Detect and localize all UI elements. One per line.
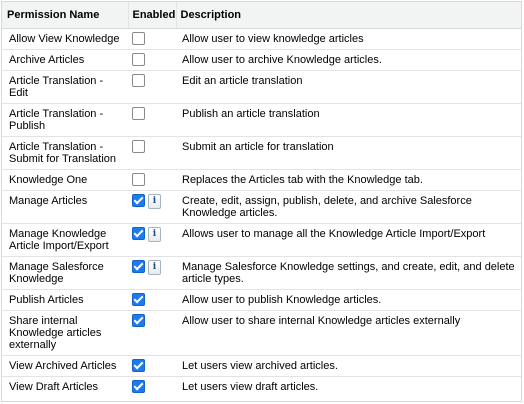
enabled-checkbox-icon[interactable] xyxy=(132,32,145,45)
enabled-checkbox-icon[interactable] xyxy=(132,380,145,393)
permission-name-cell: Share internal Knowledge articles extern… xyxy=(2,310,128,356)
description-cell: Manage Salesforce Knowledge settings, an… xyxy=(176,256,521,290)
info-icon[interactable]: i xyxy=(148,194,161,209)
permission-name-cell: View Archived Articles xyxy=(2,355,128,377)
enabled-cell: i xyxy=(128,190,176,224)
enabled-cell xyxy=(128,49,176,71)
description-cell: Replaces the Articles tab with the Knowl… xyxy=(176,169,521,191)
permission-name-cell: Manage Salesforce Knowledge xyxy=(2,256,128,290)
description-cell: Allow user to archive Knowledge articles… xyxy=(176,49,521,71)
enabled-cell xyxy=(128,103,176,137)
permission-name-cell: Article Translation - Publish xyxy=(2,103,128,137)
enabled-cell xyxy=(128,28,176,50)
description-cell: Submit an article for translation xyxy=(176,136,521,170)
info-icon[interactable]: i xyxy=(148,227,161,242)
enabled-checkbox-icon[interactable] xyxy=(132,293,145,306)
enabled-checkbox-icon[interactable] xyxy=(132,194,145,207)
permissions-table-container: Permission Name Enabled Description Allo… xyxy=(1,1,522,402)
column-header-enabled[interactable]: Enabled xyxy=(127,2,176,29)
table-row: Publish Articles Allow user to publish Kn… xyxy=(2,289,521,311)
description-cell: Allow user to view knowledge articles xyxy=(176,28,521,50)
column-header-permission-name[interactable]: Permission Name xyxy=(2,2,128,29)
table-row: Share internal Knowledge articles extern… xyxy=(2,310,521,356)
permission-name-cell: Manage Articles xyxy=(2,190,128,224)
description-cell: Allows user to manage all the Knowledge … xyxy=(176,223,521,257)
permission-name-cell: Article Translation - Submit for Transla… xyxy=(2,136,128,170)
column-header-description[interactable]: Description xyxy=(175,2,521,29)
table-header-row: Permission Name Enabled Description xyxy=(2,2,521,29)
description-cell: Publish an article translation xyxy=(176,103,521,137)
enabled-checkbox-icon[interactable] xyxy=(132,53,145,66)
enabled-cell xyxy=(128,355,176,377)
enabled-cell xyxy=(128,310,176,356)
enabled-checkbox-icon[interactable] xyxy=(132,74,145,87)
enabled-checkbox-icon[interactable] xyxy=(132,314,145,327)
description-cell: Let users view draft articles. xyxy=(182,381,319,393)
enabled-checkbox-icon[interactable] xyxy=(132,173,145,186)
enabled-cell xyxy=(128,136,176,170)
permissions-table: Permission Name Enabled Description Allo… xyxy=(2,2,521,398)
table-row: Article Translation - Publish Publish an … xyxy=(2,103,521,137)
permission-name-cell: Manage Knowledge Article Import/Export xyxy=(2,223,128,257)
table-row: Manage Articles i Create, edit, assign, pu… xyxy=(2,190,521,224)
table-row: View Archived Articles Let users view arc… xyxy=(2,355,521,377)
table-row: Knowledge One Replaces the Articles tab w… xyxy=(2,169,521,191)
description-cell: Create, edit, assign, publish, delete, a… xyxy=(176,190,521,224)
description-cell: Allow user to share internal Knowledge a… xyxy=(176,310,521,356)
table-row: Article Translation - Submit for Transla… xyxy=(2,136,521,170)
enabled-cell xyxy=(128,377,176,398)
enabled-cell: i xyxy=(128,256,176,290)
table-row: View Draft Articles Let users view draft … xyxy=(2,377,521,398)
table-row: Manage Knowledge Article Import/Export i A… xyxy=(2,223,521,257)
enabled-checkbox-icon[interactable] xyxy=(132,107,145,120)
enabled-checkbox-icon[interactable] xyxy=(132,140,145,153)
description-cell: Allow user to publish Knowledge articles… xyxy=(176,289,521,311)
table-row: Allow View Knowledge Allow user to view k… xyxy=(2,28,521,50)
description-cell: Let users view archived articles. xyxy=(176,355,521,377)
permission-name-cell: Knowledge One xyxy=(2,169,128,191)
enabled-cell: i xyxy=(128,223,176,257)
enabled-cell xyxy=(128,70,176,104)
permission-name-cell: View Draft Articles xyxy=(9,381,99,393)
table-row: Article Translation - Edit Edit an articl… xyxy=(2,70,521,104)
enabled-cell xyxy=(128,289,176,311)
info-icon[interactable]: i xyxy=(148,260,161,275)
enabled-checkbox-icon[interactable] xyxy=(132,227,145,240)
enabled-checkbox-icon[interactable] xyxy=(132,359,145,372)
table-row: Archive Articles Allow user to archive Kn… xyxy=(2,49,521,71)
description-cell: Edit an article translation xyxy=(176,70,521,104)
enabled-checkbox-icon[interactable] xyxy=(132,260,145,273)
permission-name-cell: Archive Articles xyxy=(2,49,128,71)
permission-name-cell: Publish Articles xyxy=(2,289,128,311)
permission-name-cell: Article Translation - Edit xyxy=(2,70,128,104)
enabled-cell xyxy=(128,169,176,191)
permission-name-cell: Allow View Knowledge xyxy=(2,28,128,50)
table-row: Manage Salesforce Knowledge i Manage Sales… xyxy=(2,256,521,290)
